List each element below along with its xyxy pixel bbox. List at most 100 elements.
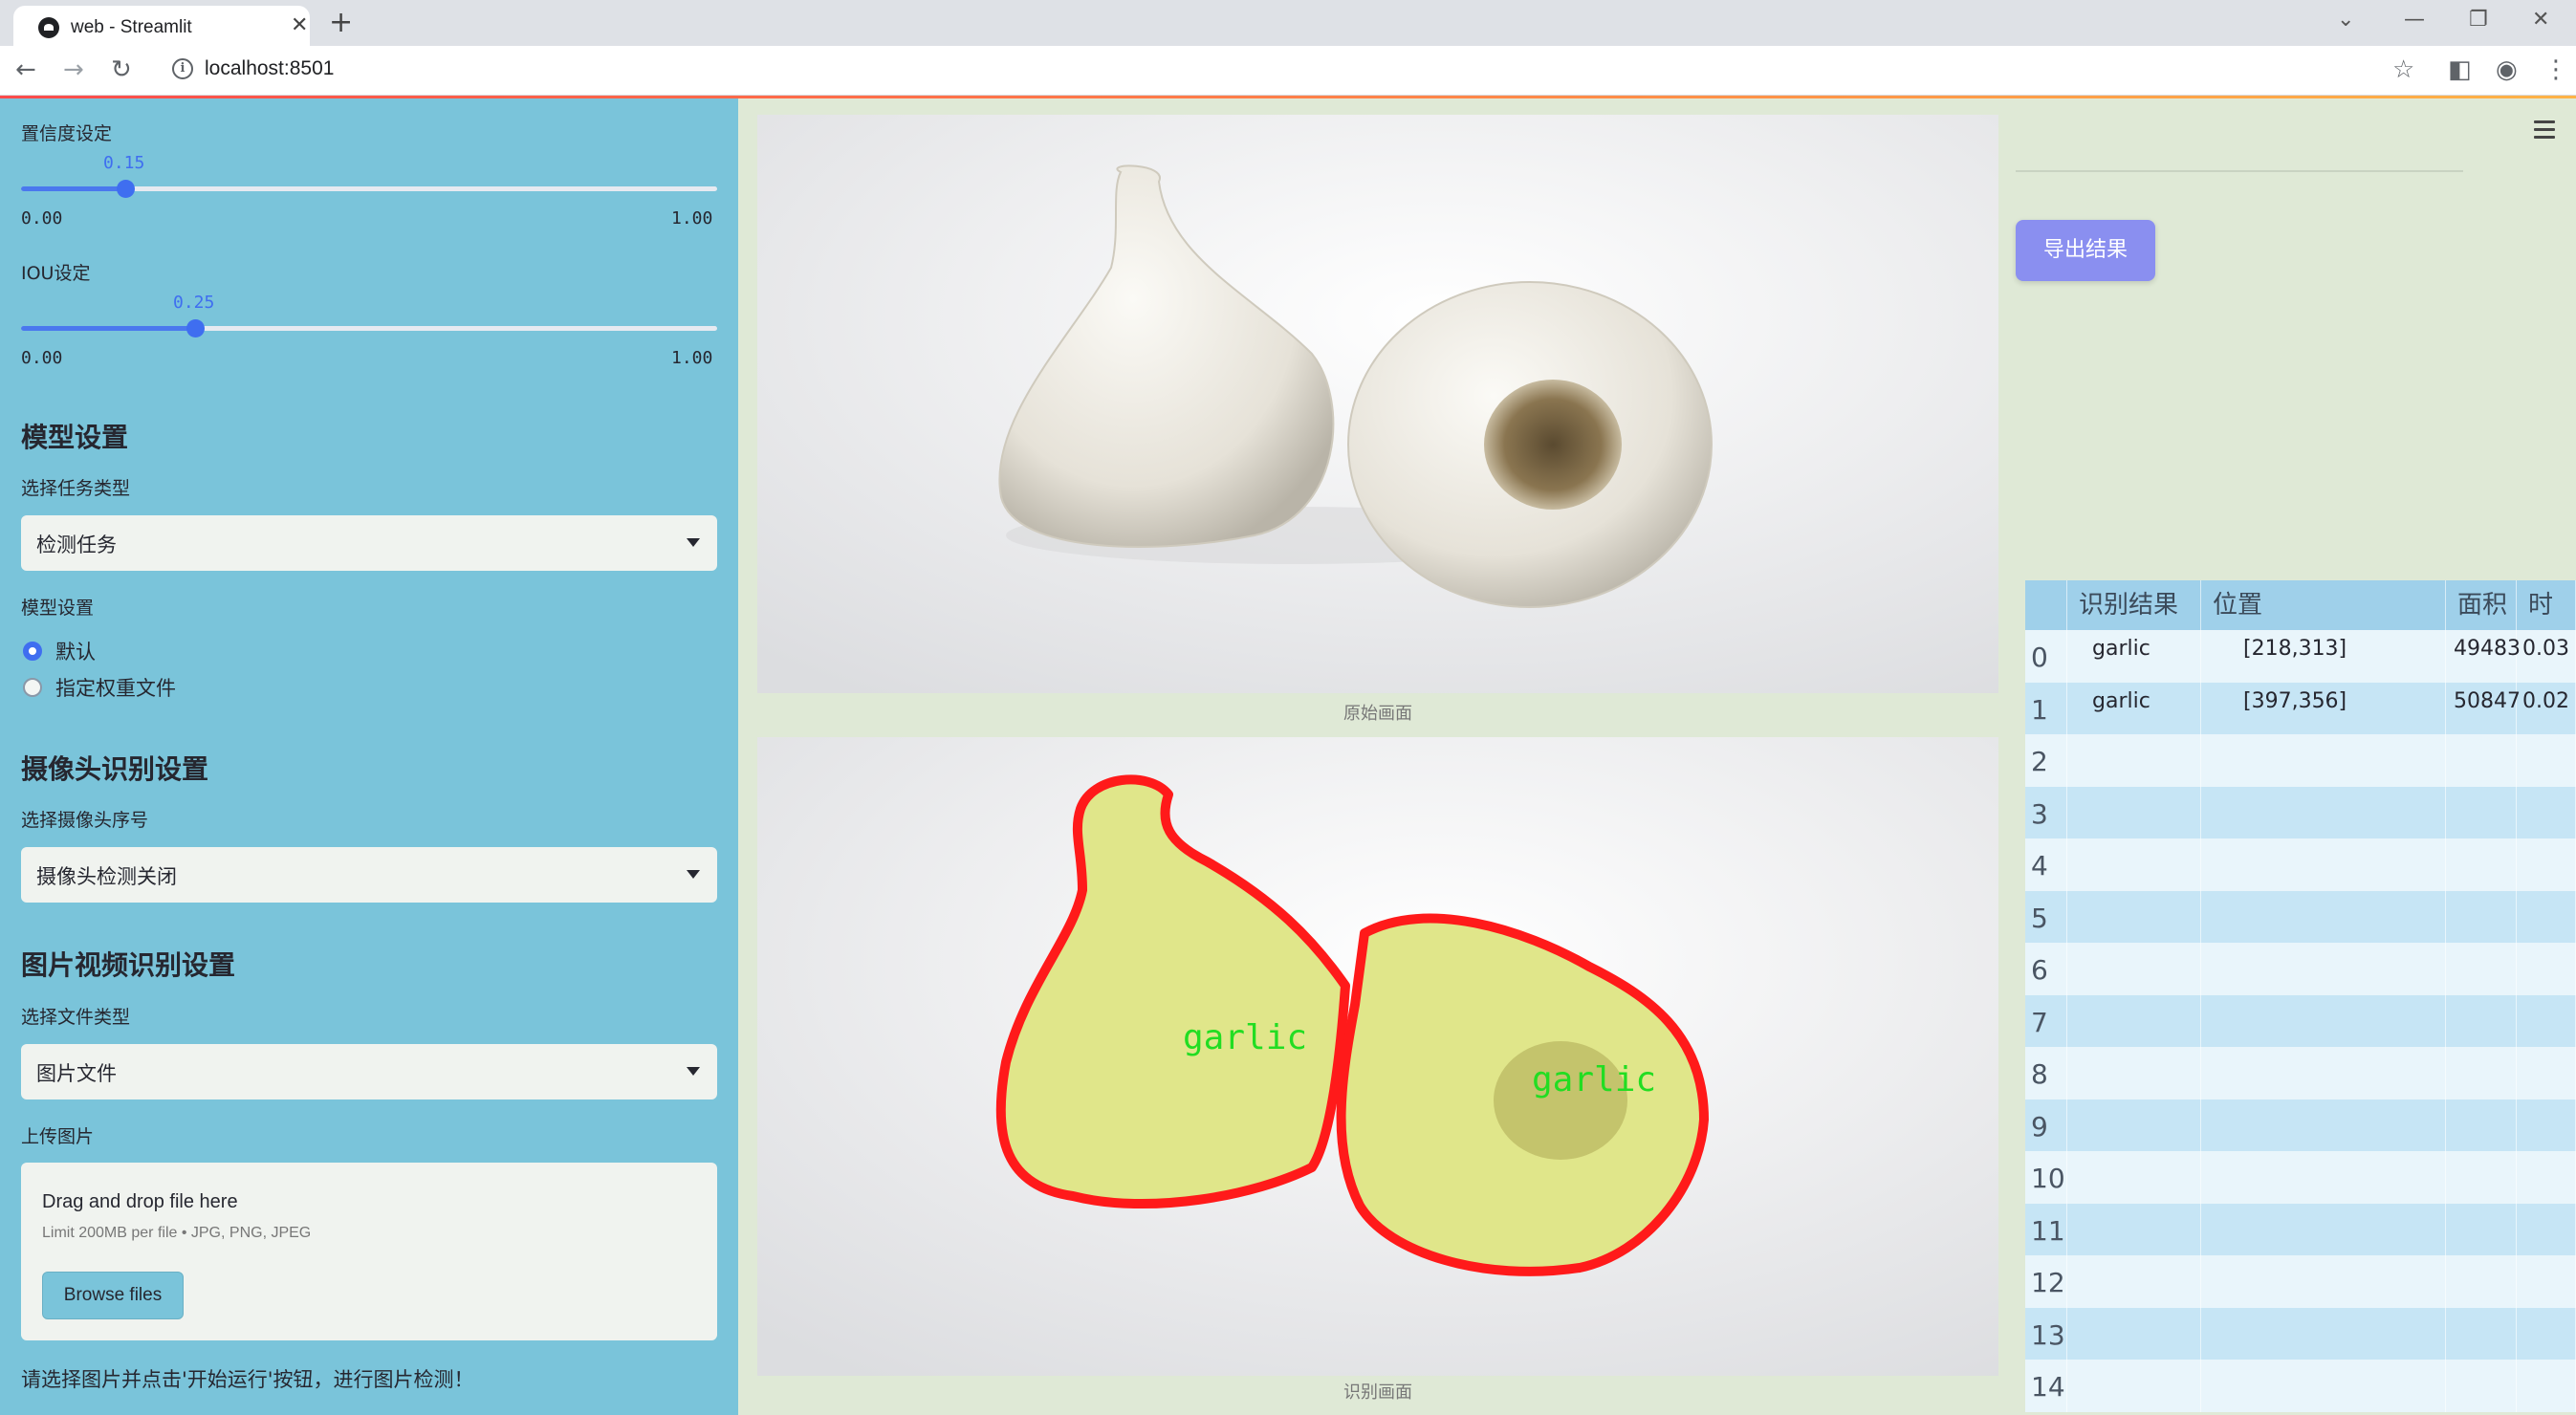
table-row[interactable]: 3 [2025,786,2576,839]
table-row[interactable]: 5 [2025,890,2576,944]
cell-index: 14 [2025,1360,2067,1412]
cell-time [2517,1203,2576,1256]
hamburger-menu-icon[interactable] [2534,120,2555,143]
url-text[interactable]: localhost:8501 [205,57,334,80]
cell-result: garlic [2067,682,2201,735]
table-row[interactable]: 8 [2025,1047,2576,1099]
cell-time [2517,786,2576,839]
results-table: 识别结果 位置 面积 时间 0garlic[218,313]494830.031… [2025,580,2576,1415]
instruction-text: 请选择图片并点击'开始运行'按钮，进行图片检测！ [21,1368,474,1391]
file-uploader-dropzone[interactable]: Drag and drop file here Limit 200MB per … [21,1163,717,1340]
confidence-max: 1.00 [671,208,713,229]
header-area[interactable]: 面积 [2446,580,2517,633]
window-close-icon[interactable]: ✕ [2532,8,2549,32]
table-row[interactable]: 1 garlic [397,356] 50847 0.02 [2025,682,2576,735]
minimize-icon[interactable]: — [2404,8,2425,32]
table-row[interactable]: 6 [2025,943,2576,995]
iou-min: 0.00 [21,348,63,368]
iou-slider-fill [21,326,195,331]
header-index [2025,580,2067,633]
table-row[interactable]: 2 [2025,734,2576,787]
iou-value: 0.25 [173,293,215,313]
tab-close-icon[interactable]: ✕ [291,13,308,37]
site-info-icon[interactable]: i [172,58,193,79]
tab-search-chevron-icon[interactable]: ⌄ [2337,8,2354,32]
cell-time [2517,1360,2576,1412]
cell-result [2067,1047,2201,1099]
result-image: garlic garlic [757,737,1998,1376]
chevron-down-icon [687,870,700,879]
task-type-select[interactable]: 检测任务 [21,515,717,571]
original-image [757,115,1998,693]
iou-slider-thumb[interactable] [186,319,205,337]
cell-position [2201,994,2446,1048]
profile-avatar-icon[interactable]: ◉ [2496,55,2518,84]
cell-time [2517,1151,2576,1204]
cell-index: 0 [2025,630,2067,683]
cell-position [2201,890,2446,944]
forward-icon[interactable]: → [63,55,84,84]
table-row[interactable]: 7 [2025,994,2576,1048]
cell-index: 1 [2025,682,2067,735]
new-tab-icon[interactable]: + [329,6,353,39]
more-menu-icon[interactable]: ⋮ [2543,55,2568,84]
table-row[interactable]: 12 [2025,1255,2576,1308]
table-header-row: 识别结果 位置 面积 时间 [2025,580,2576,669]
cell-index: 12 [2025,1255,2067,1308]
table-row[interactable]: 10 [2025,1151,2576,1204]
confidence-slider-thumb[interactable] [117,180,136,198]
cell-result [2067,786,2201,839]
radio-custom-weights[interactable] [23,678,42,697]
cell-position [2201,1255,2446,1308]
confidence-slider[interactable] [21,180,717,198]
cell-result [2067,1203,2201,1256]
confidence-label: 置信度设定 [21,123,113,144]
cell-index: 11 [2025,1203,2067,1256]
browse-files-button[interactable]: Browse files [42,1272,184,1319]
table-row[interactable]: 11 [2025,1203,2576,1256]
cell-time [2517,943,2576,995]
reload-icon[interactable]: ↻ [111,55,132,84]
header-time[interactable]: 时间 [2517,580,2576,669]
camera-section-title: 摄像头识别设置 [21,753,209,785]
divider [2016,170,2463,172]
bookmark-star-icon[interactable]: ☆ [2392,55,2414,84]
cell-index: 6 [2025,943,2067,995]
camera-index-value: 摄像头检测关闭 [36,865,177,888]
cell-position [2201,1203,2446,1256]
browser-tab[interactable]: web - Streamlit ✕ [13,6,310,46]
table-row[interactable]: 4 [2025,838,2576,891]
table-row[interactable]: 0 garlic [218,313] 49483 0.03 [2025,630,2576,683]
cell-position [2201,1047,2446,1099]
header-position[interactable]: 位置 [2201,580,2446,633]
cell-time [2517,890,2576,944]
file-type-value: 图片文件 [36,1062,117,1085]
url-field[interactable] [159,52,2415,90]
cell-result: garlic [2067,630,2201,683]
table-row[interactable]: 14 [2025,1360,2576,1412]
cell-position [2201,786,2446,839]
radio-default-label[interactable]: 默认 [55,637,96,665]
cell-result [2067,1360,2201,1412]
table-row[interactable]: 9 [2025,1099,2576,1152]
streamlit-favicon-icon [38,17,59,38]
iou-max: 1.00 [671,348,713,368]
restore-icon[interactable]: ❐ [2469,8,2488,32]
back-icon[interactable]: ← [15,55,36,84]
file-type-select[interactable]: 图片文件 [21,1044,717,1099]
iou-label: IOU设定 [21,263,91,284]
browser-tab-bar: web - Streamlit ✕ + ⌄ — ❐ ✕ [0,0,2576,46]
side-panel-icon[interactable]: ◧ [2448,55,2472,84]
cell-result [2067,994,2201,1048]
cell-area [2446,838,2517,891]
camera-index-select[interactable]: 摄像头检测关闭 [21,847,717,903]
export-results-button[interactable]: 导出结果 [2016,220,2155,281]
cell-position: [397,356] [2201,682,2446,735]
iou-slider[interactable] [21,319,717,337]
table-row[interactable]: 13 [2025,1307,2576,1361]
header-result[interactable]: 识别结果 [2067,580,2201,633]
radio-default[interactable] [23,642,42,661]
radio-custom-weights-label[interactable]: 指定权重文件 [55,673,176,702]
sidebar: 置信度设定 0.15 0.00 1.00 IOU设定 0.25 0.00 1.0… [0,98,738,1415]
cell-position [2201,1099,2446,1152]
